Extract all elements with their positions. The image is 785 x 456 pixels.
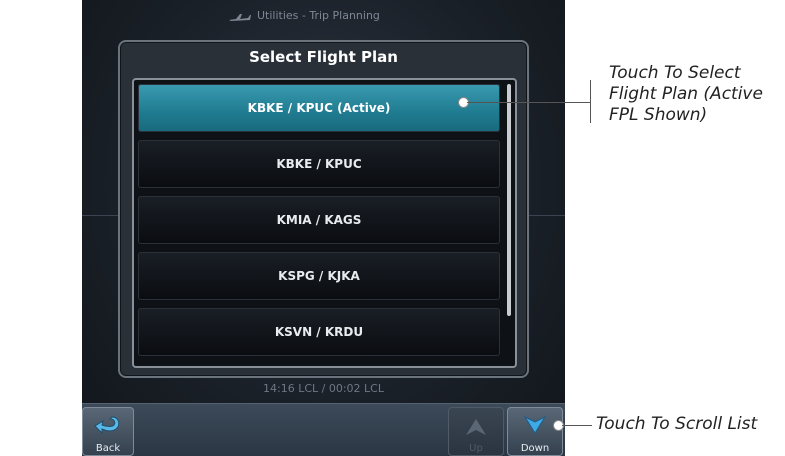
select-flight-plan-dialog: Select Flight Plan KBKE / KPUC (Active) … — [118, 40, 529, 378]
list-scrollbar[interactable] — [507, 84, 511, 316]
callout-line-select — [467, 102, 591, 103]
time-readout: 14:16 LCL / 00:02 LCL — [263, 382, 384, 395]
dialog-title: Select Flight Plan — [249, 48, 398, 66]
up-button[interactable]: Up — [448, 407, 504, 456]
up-button-label: Up — [469, 443, 483, 454]
flight-plan-item[interactable]: KMIA / KAGS — [138, 196, 500, 244]
device-screen: Utilities - Trip Planning Select Flight … — [82, 0, 565, 456]
flight-plan-item[interactable]: KSVN / KRDU — [138, 308, 500, 356]
down-button-label: Down — [520, 443, 550, 454]
callout-select-flight-plan: Touch To Select Flight Plan (Active FPL … — [609, 63, 763, 126]
page-title: Utilities - Trip Planning — [257, 9, 380, 22]
flight-plan-list: KBKE / KPUC (Active) KBKE / KPUC KMIA / … — [132, 78, 517, 368]
airplane-icon — [229, 14, 251, 21]
back-button[interactable]: Back — [82, 407, 134, 456]
up-arrow-icon — [466, 419, 486, 435]
down-arrow-icon — [523, 415, 547, 434]
callout-line-scroll — [562, 425, 592, 426]
callout-select-line-3: FPL Shown) — [609, 105, 708, 125]
back-button-label: Back — [95, 443, 121, 454]
callout-scroll-list: Touch To Scroll List — [596, 414, 758, 434]
callout-bracket-select — [590, 80, 591, 123]
flight-plan-item[interactable]: KBKE / KPUC — [138, 140, 500, 188]
callout-select-line-1: Touch To Select — [609, 63, 741, 83]
back-arrow-icon — [94, 416, 120, 435]
flight-plan-item[interactable]: KSPG / KJKA — [138, 252, 500, 300]
flight-plan-item-active[interactable]: KBKE / KPUC (Active) — [138, 84, 500, 132]
title-bar: Utilities - Trip Planning — [82, 0, 565, 34]
down-button[interactable]: Down — [507, 407, 563, 456]
callout-select-line-2: Flight Plan (Active — [609, 84, 763, 104]
